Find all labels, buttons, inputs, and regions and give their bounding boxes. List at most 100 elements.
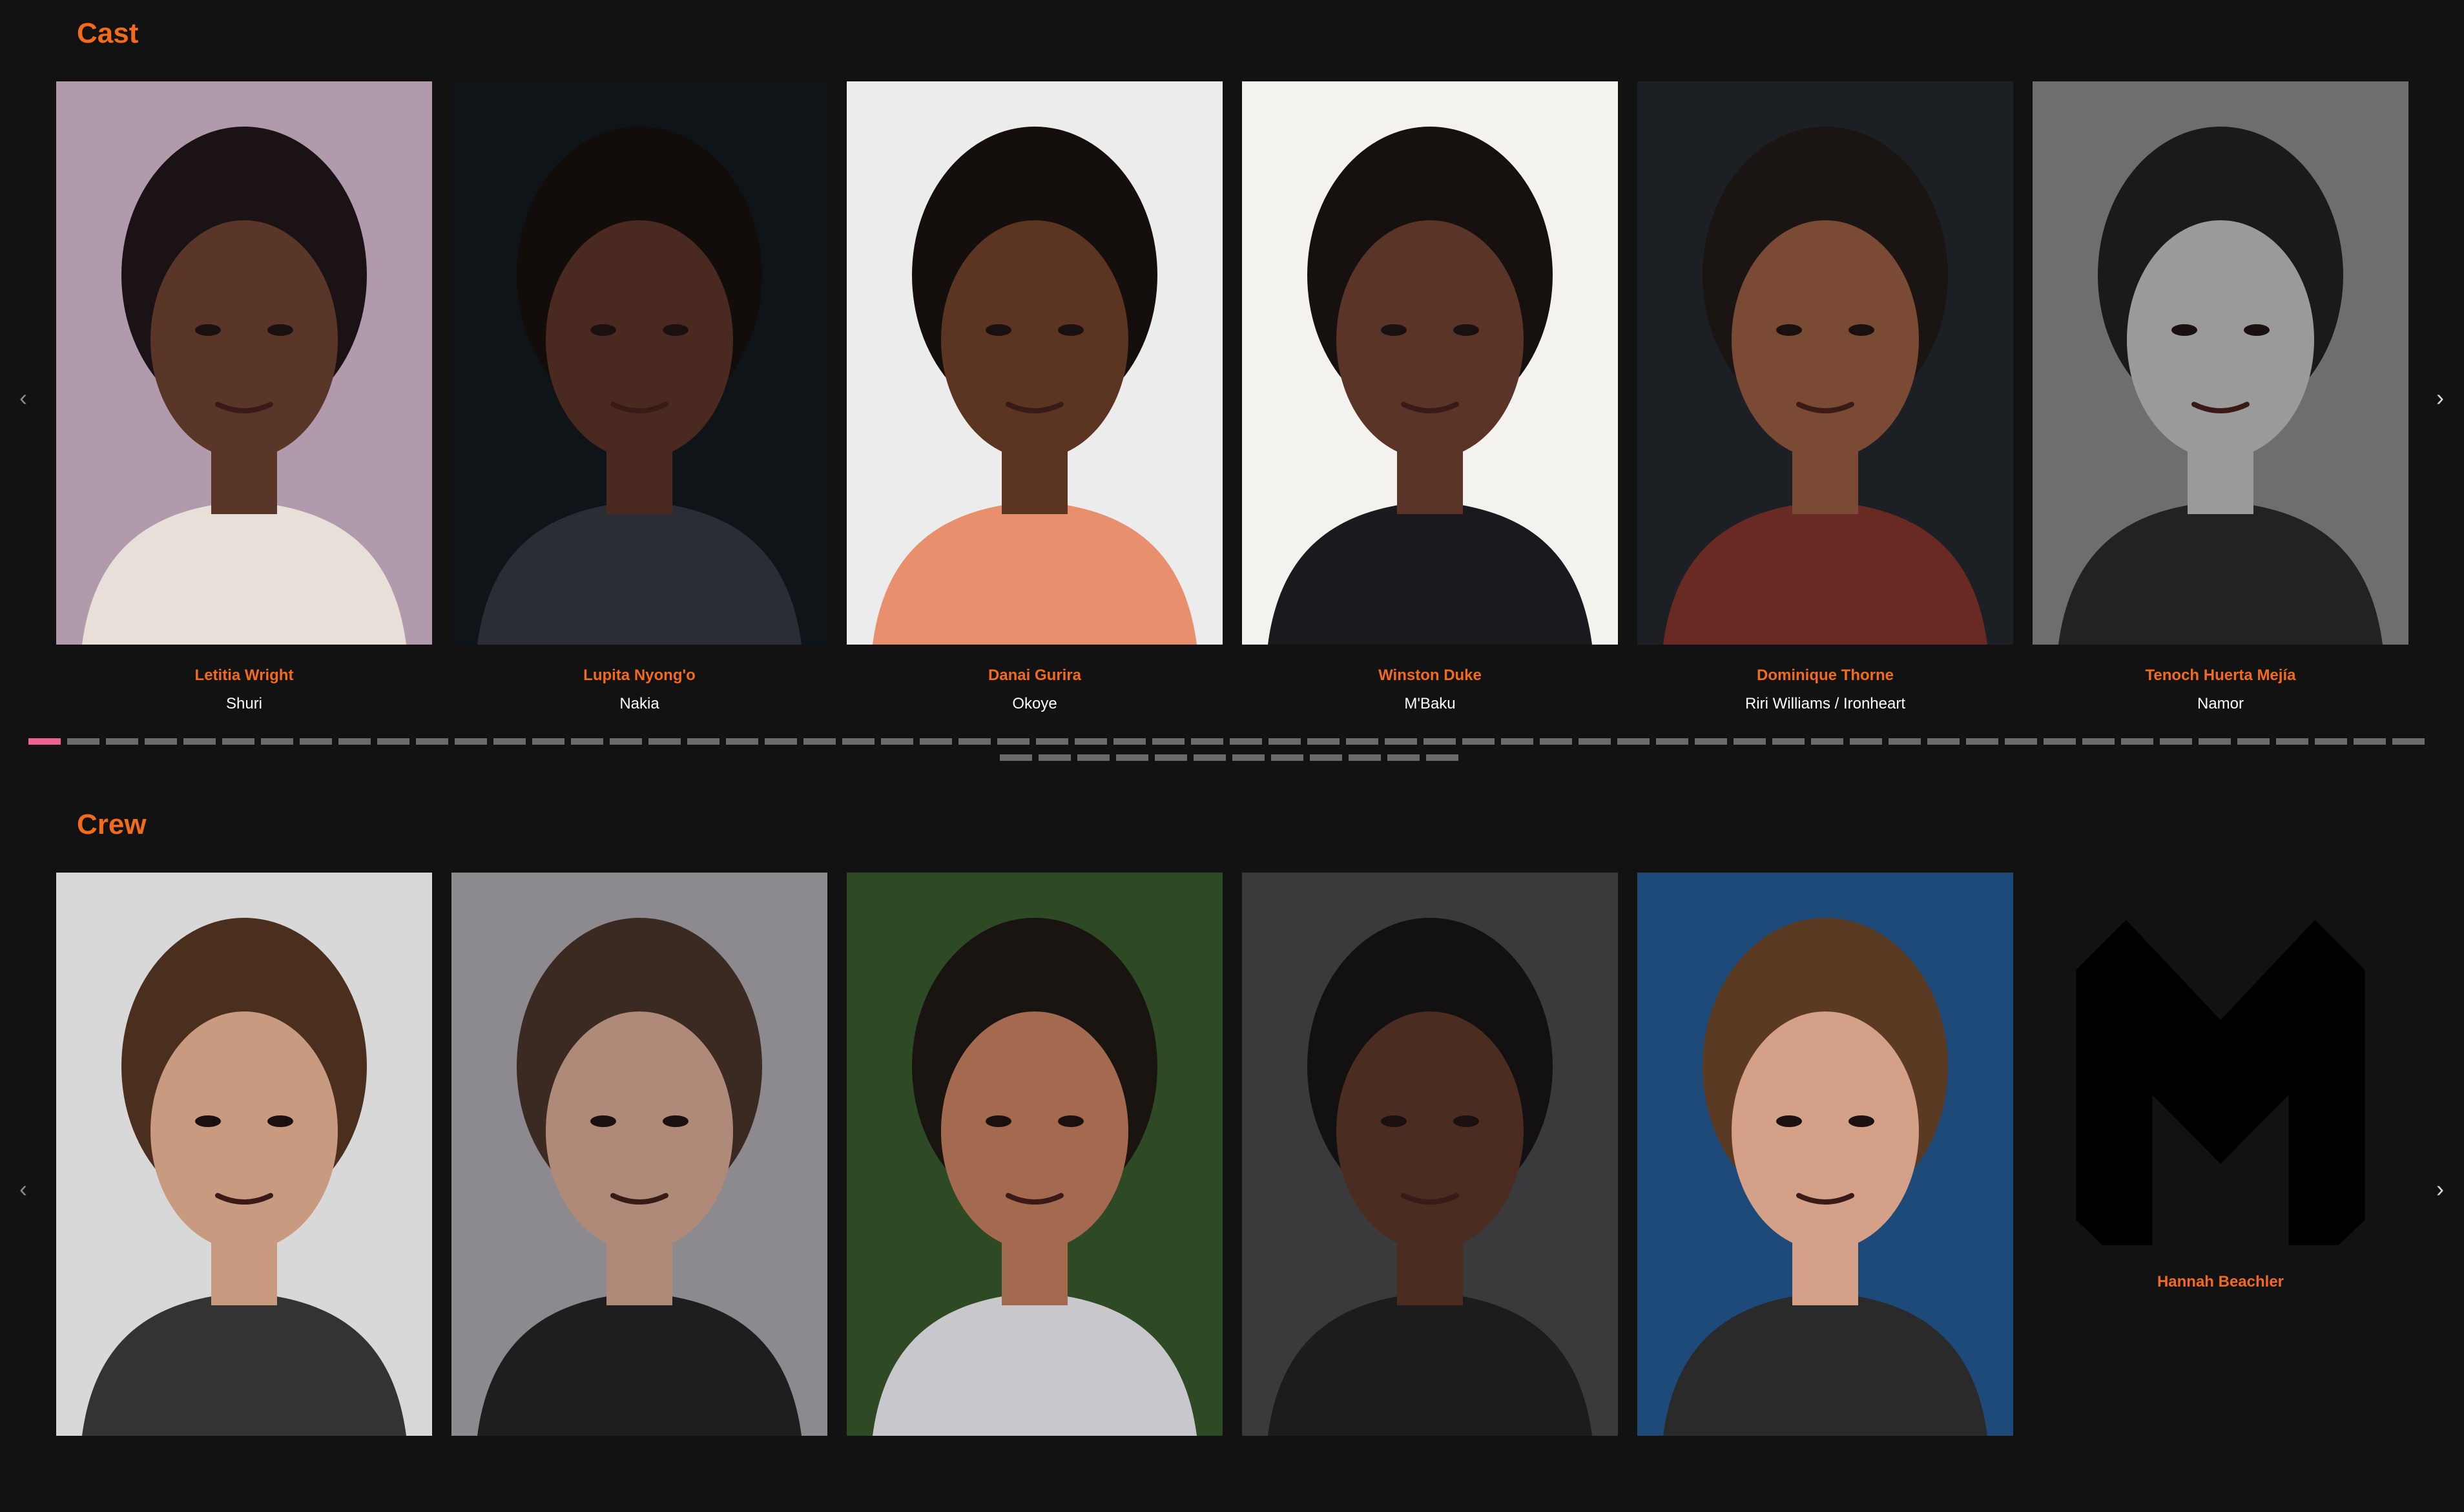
pagination-dot[interactable]: [1307, 738, 1340, 745]
pagination-dot[interactable]: [377, 738, 409, 745]
pagination-dot[interactable]: [610, 738, 642, 745]
person-name[interactable]: Hannah Beachler: [2033, 1273, 2408, 1291]
pagination-dot[interactable]: [1113, 738, 1146, 745]
pagination-dot[interactable]: [1540, 738, 1572, 745]
profile-photo[interactable]: [1637, 81, 2013, 645]
pagination-dot[interactable]: [300, 738, 332, 745]
pagination-dot[interactable]: [1385, 738, 1417, 745]
pagination-dot[interactable]: [1387, 754, 1420, 761]
pagination-dot[interactable]: [920, 738, 952, 745]
pagination-dot[interactable]: [765, 738, 797, 745]
pagination-dot[interactable]: [1152, 738, 1185, 745]
pagination-dot[interactable]: [997, 738, 1030, 745]
pagination-dot[interactable]: [28, 738, 61, 745]
pagination-dot[interactable]: [1232, 754, 1265, 761]
person-name[interactable]: Lupita Nyong'o: [451, 667, 827, 685]
pagination-dot[interactable]: [1734, 738, 1766, 745]
pagination-dot[interactable]: [261, 738, 293, 745]
pagination-dot[interactable]: [2315, 738, 2347, 745]
pagination-dot[interactable]: [416, 738, 448, 745]
profile-photo[interactable]: [451, 81, 827, 645]
person-name[interactable]: Letitia Wright: [56, 667, 432, 685]
pagination-dot[interactable]: [881, 738, 913, 745]
profile-photo[interactable]: [451, 873, 827, 1436]
person-name[interactable]: Winston Duke: [1242, 667, 1618, 685]
pagination-dot[interactable]: [1424, 738, 1456, 745]
pagination-dot[interactable]: [1426, 754, 1458, 761]
person-name[interactable]: Dominique Thorne: [1637, 667, 2013, 685]
pagination-dot[interactable]: [106, 738, 138, 745]
pagination-dot[interactable]: [648, 738, 681, 745]
cast-card[interactable]: Letitia Wright Shuri: [56, 81, 432, 721]
pagination-dot[interactable]: [222, 738, 254, 745]
pagination-dot[interactable]: [1268, 738, 1301, 745]
pagination-dot[interactable]: [1772, 738, 1805, 745]
crew-next-button[interactable]: ›: [2427, 1176, 2453, 1202]
pagination-dot[interactable]: [1811, 738, 1843, 745]
profile-photo[interactable]: [56, 873, 432, 1436]
pagination-dot[interactable]: [726, 738, 758, 745]
pagination-dot[interactable]: [571, 738, 603, 745]
pagination-dot[interactable]: [1155, 754, 1187, 761]
profile-photo[interactable]: [847, 873, 1223, 1436]
pagination-dot[interactable]: [1000, 754, 1032, 761]
profile-photo[interactable]: [56, 81, 432, 645]
cast-card[interactable]: Danai Gurira Okoye: [847, 81, 1223, 721]
cast-card[interactable]: Tenoch Huerta Mejía Namor: [2033, 81, 2408, 721]
profile-photo[interactable]: [2033, 889, 2408, 1276]
pagination-dot[interactable]: [1462, 738, 1495, 745]
pagination-dot[interactable]: [2160, 738, 2192, 745]
pagination-dot[interactable]: [1966, 738, 1998, 745]
pagination-dot[interactable]: [1077, 754, 1110, 761]
profile-photo[interactable]: [1637, 873, 2013, 1436]
person-name[interactable]: Tenoch Huerta Mejía: [2033, 667, 2408, 685]
profile-photo[interactable]: [1242, 81, 1618, 645]
pagination-dot[interactable]: [1850, 738, 1882, 745]
pagination-dot[interactable]: [1191, 738, 1223, 745]
pagination-dot[interactable]: [2237, 738, 2270, 745]
pagination-dot[interactable]: [687, 738, 720, 745]
pagination-dot[interactable]: [2082, 738, 2115, 745]
pagination-dot[interactable]: [455, 738, 487, 745]
pagination-dot[interactable]: [1617, 738, 1650, 745]
pagination-dot[interactable]: [1075, 738, 1107, 745]
person-name[interactable]: Danai Gurira: [847, 667, 1223, 685]
pagination-dot[interactable]: [1116, 754, 1148, 761]
cast-next-button[interactable]: ›: [2427, 385, 2453, 411]
crew-prev-button[interactable]: ‹: [10, 1176, 36, 1202]
pagination-dot[interactable]: [67, 738, 99, 745]
pagination-dot[interactable]: [958, 738, 991, 745]
pagination-dot[interactable]: [1346, 738, 1378, 745]
pagination-dot[interactable]: [2354, 738, 2386, 745]
pagination-dot[interactable]: [1501, 738, 1533, 745]
pagination-dot[interactable]: [338, 738, 371, 745]
pagination-dot[interactable]: [2276, 738, 2308, 745]
cast-card[interactable]: Winston Duke M'Baku: [1242, 81, 1618, 721]
crew-card[interactable]: [451, 873, 827, 1512]
pagination-dot[interactable]: [532, 738, 564, 745]
pagination-dot[interactable]: [803, 738, 836, 745]
crew-card[interactable]: Hannah Beachler: [2033, 873, 2408, 1512]
crew-card[interactable]: [1637, 873, 2013, 1512]
pagination-dot[interactable]: [1310, 754, 1342, 761]
pagination-dot[interactable]: [1695, 738, 1727, 745]
pagination-dot[interactable]: [1194, 754, 1226, 761]
pagination-dot[interactable]: [1889, 738, 1921, 745]
pagination-dot[interactable]: [2005, 738, 2037, 745]
crew-card[interactable]: [56, 873, 432, 1512]
pagination-dot[interactable]: [1036, 738, 1068, 745]
pagination-dot[interactable]: [1927, 738, 1960, 745]
pagination-dot[interactable]: [1656, 738, 1688, 745]
profile-photo[interactable]: [2033, 81, 2408, 645]
pagination-dot[interactable]: [1039, 754, 1071, 761]
profile-photo[interactable]: [1242, 873, 1618, 1436]
pagination-dot[interactable]: [1271, 754, 1303, 761]
pagination-dot[interactable]: [842, 738, 875, 745]
pagination-dot[interactable]: [145, 738, 177, 745]
pagination-dot[interactable]: [2121, 738, 2153, 745]
profile-photo[interactable]: [847, 81, 1223, 645]
pagination-dot[interactable]: [1579, 738, 1611, 745]
pagination-dot[interactable]: [2392, 738, 2425, 745]
pagination-dot[interactable]: [1230, 738, 1262, 745]
pagination-dot[interactable]: [183, 738, 216, 745]
